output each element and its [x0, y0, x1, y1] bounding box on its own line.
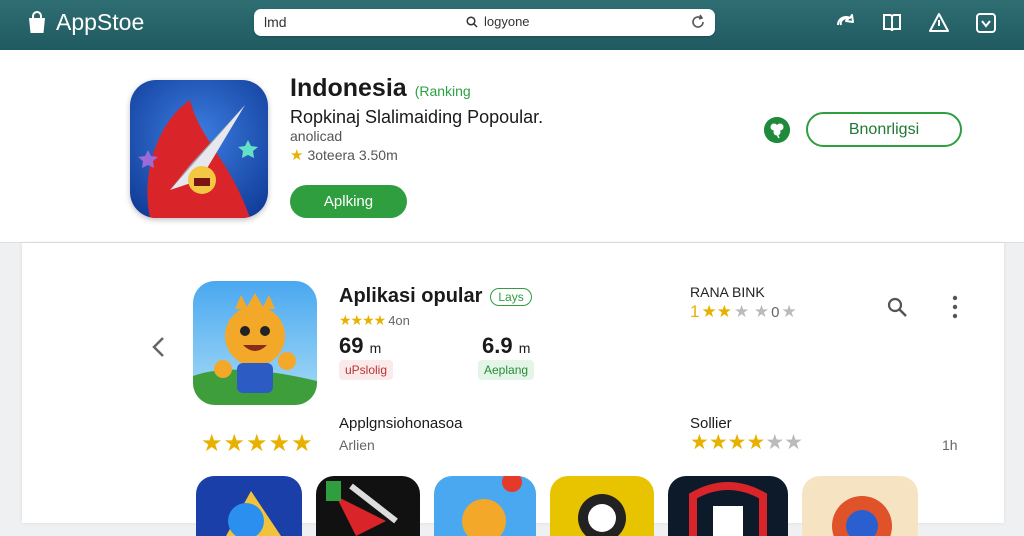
star-icon: ★ — [781, 302, 797, 321]
hero-secondary-button[interactable]: Bnonrligsi — [806, 112, 962, 147]
clover-icon[interactable] — [764, 117, 790, 143]
search-query-text: logyone — [484, 14, 530, 29]
hero-app-artwork — [130, 80, 268, 218]
featured-stat-1: 69 m — [339, 333, 381, 359]
brand-name: AppStoe — [56, 9, 145, 35]
hero-rating: ★ 3oteera 3.50m — [290, 146, 398, 164]
featured-stat-2: 6.9 m — [482, 333, 530, 359]
search-query[interactable]: logyone — [466, 14, 530, 29]
app-thumbnail[interactable] — [316, 476, 420, 536]
featured-badge: Lays — [490, 287, 532, 306]
rank-value: 0 — [771, 303, 780, 321]
chip-green[interactable]: Aeplang — [478, 360, 535, 380]
star-icon: ★★ — [701, 302, 732, 321]
search-bar[interactable]: lmd logyone — [254, 9, 715, 36]
section3-stars: ★★★★★★ — [690, 431, 803, 454]
hero-title: Indonesia — [290, 74, 407, 102]
section3-count: 1h — [942, 437, 958, 453]
stat-2-unit: m — [518, 340, 531, 356]
star-icon: ★ — [290, 147, 304, 164]
hero-rating-text: 3oteera 3.50m — [307, 147, 398, 163]
hero-developer: anolicad — [290, 128, 343, 144]
app-thumbnail[interactable] — [550, 476, 654, 536]
chevron-left-icon[interactable] — [150, 335, 168, 359]
stat-2-value: 6.9 — [482, 333, 513, 358]
rating-stars: ★★★★ — [339, 312, 386, 328]
stat-1-value: 69 — [339, 333, 364, 358]
hero-title-row: Indonesia (Ranking — [290, 74, 471, 103]
section2-stars: ★★★★★ — [201, 430, 314, 457]
hero-app-icon[interactable] — [130, 80, 268, 218]
search-icon[interactable] — [886, 296, 908, 318]
brand[interactable]: AppStoe — [26, 9, 144, 36]
rank-stars: 1 ★★ ★ ★ 0 ★ — [690, 302, 797, 322]
search-icon — [466, 15, 478, 28]
app-thumbnail[interactable] — [434, 476, 536, 536]
section2-subtitle: Arlien — [339, 437, 375, 453]
alert-icon[interactable] — [927, 11, 951, 35]
hero-tag[interactable]: (Ranking — [415, 83, 471, 99]
chip-red[interactable]: uPslolig — [339, 360, 394, 380]
shopping-bag-icon — [29, 10, 45, 33]
app-thumbnail[interactable] — [668, 476, 788, 536]
featured-rating-text: 4on — [388, 313, 410, 328]
share-icon[interactable] — [833, 11, 857, 35]
section2-title[interactable]: Applgnsiohonasoa — [339, 415, 462, 432]
rank-heading: RANA BINK — [690, 284, 765, 300]
book-icon[interactable] — [880, 11, 904, 35]
featured-title-row: Aplikasi opular Lays — [339, 285, 532, 308]
featured-app-icon[interactable] — [193, 281, 317, 405]
hero-primary-button[interactable]: Aplking — [290, 185, 407, 218]
app-thumbnail-row — [196, 476, 918, 536]
top-actions — [833, 11, 998, 35]
download-icon[interactable] — [974, 11, 998, 35]
featured-title[interactable]: Aplikasi opular — [339, 285, 482, 308]
rank-prefix: 1 — [690, 302, 700, 321]
stat-1-unit: m — [369, 340, 382, 356]
app-thumbnail[interactable] — [196, 476, 302, 536]
star-icon: ★ ★ — [733, 302, 770, 321]
hero-banner: Indonesia (Ranking Ropkinaj Slalimaiding… — [0, 50, 1024, 243]
search-prefix-text: lmd — [264, 14, 287, 30]
refresh-icon[interactable] — [689, 13, 707, 31]
featured-app-artwork — [193, 281, 317, 405]
top-bar: AppStoe lmd logyone — [0, 0, 1024, 50]
hero-subtitle: Ropkinaj Slalimaiding Popoular. — [290, 107, 544, 127]
app-thumbnail[interactable] — [802, 476, 918, 536]
more-vertical-icon[interactable] — [948, 294, 962, 320]
featured-rating: ★★★★ 4on — [339, 312, 410, 329]
